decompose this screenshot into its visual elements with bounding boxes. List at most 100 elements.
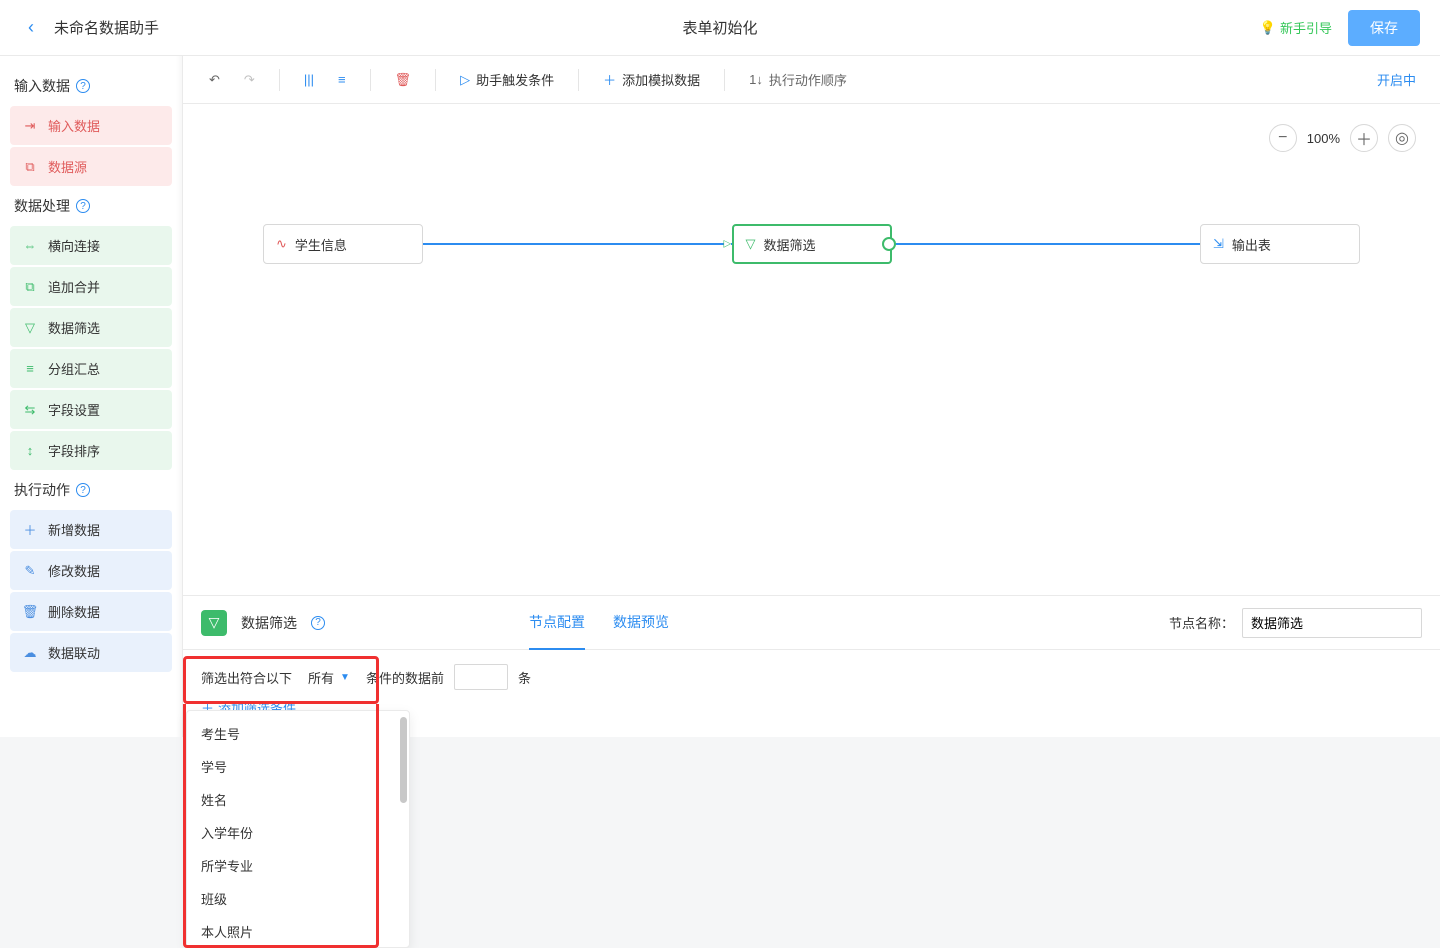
panel-title: 数据筛选 — [241, 613, 297, 633]
source-icon: ∿ — [276, 236, 287, 252]
dropdown-item[interactable]: 班级 — [187, 882, 409, 915]
scrollbar-thumb[interactable] — [400, 717, 407, 803]
group-icon: ≡ — [22, 361, 38, 376]
help-icon[interactable]: ? — [76, 199, 90, 213]
node-name-input[interactable] — [1242, 608, 1422, 638]
panel-filter-icon: ▽ — [201, 610, 227, 636]
hjoin-icon: ⇔ — [22, 238, 38, 253]
dropdown-item[interactable]: 所学专业 — [187, 849, 409, 882]
add-icon: ＋ — [22, 520, 38, 539]
plus-icon: ＋ — [603, 70, 616, 89]
zoom-controls: − 100% ＋ ◎ — [1269, 124, 1416, 152]
filter-suffix: 条 — [518, 668, 531, 687]
panel-body: 筛选出符合以下 所有 ▼ 条件的数据前 条 ＋ 添加筛选条件 考生号 — [183, 650, 1440, 737]
cloud-icon: ☁ — [22, 645, 38, 661]
layout-vertical-button[interactable]: ||| — [296, 66, 322, 93]
canvas-wrap: ↶ ↷ ||| ≡ 🗑 ▷助手触发条件 ＋添加模拟数据 1↓执行动作顺序 开启中… — [183, 56, 1440, 737]
status-label[interactable]: 开启中 — [1371, 70, 1422, 89]
section-action-title: 执行动作 ? — [10, 472, 172, 510]
assistant-title: 未命名数据助手 — [54, 17, 159, 38]
page-title: 表单初始化 — [682, 17, 757, 38]
separator — [279, 69, 280, 91]
zoom-out-button[interactable]: − — [1269, 124, 1297, 152]
layout-horizontal-button[interactable]: ≡ — [330, 66, 354, 93]
panel-right: 节点名称： — [1169, 608, 1422, 638]
output-icon: ⇲ — [1213, 236, 1224, 252]
trash-icon: 🗑 — [22, 604, 38, 620]
filter-mid: 条件的数据前 — [366, 668, 444, 687]
flow-canvas[interactable]: − 100% ＋ ◎ ∿学生信息 ▽数据筛选 ⇲输出表 — [183, 104, 1440, 595]
node-student-info[interactable]: ∿学生信息 — [263, 224, 423, 264]
panel-tabs: 节点配置 数据预览 — [529, 596, 669, 650]
help-icon[interactable]: ? — [76, 79, 90, 93]
input-icon: ⇥ — [22, 118, 38, 134]
chevron-down-icon: ▼ — [340, 672, 350, 683]
save-button[interactable]: 保存 — [1348, 10, 1420, 46]
filter-count-input[interactable] — [454, 664, 508, 690]
flow-edge — [892, 243, 1201, 245]
sidebar-item-hjoin[interactable]: ⇔横向连接 — [10, 226, 172, 265]
sidebar-item-filter[interactable]: ▽数据筛选 — [10, 308, 172, 347]
sidebar-item-sort[interactable]: ↕字段排序 — [10, 431, 172, 470]
section-input-title: 输入数据 ? — [10, 68, 172, 106]
play-icon: ▷ — [460, 72, 470, 88]
header-right: 💡 新手引导 保存 — [1260, 10, 1420, 46]
zoom-in-button[interactable]: ＋ — [1350, 124, 1378, 152]
zoom-fit-button[interactable]: ◎ — [1388, 124, 1416, 152]
flow-edge — [423, 243, 732, 245]
sidebar-item-group[interactable]: ≡分组汇总 — [10, 349, 172, 388]
sidebar-item-add[interactable]: ＋新增数据 — [10, 510, 172, 549]
canvas-toolbar: ↶ ↷ ||| ≡ 🗑 ▷助手触发条件 ＋添加模拟数据 1↓执行动作顺序 开启中 — [183, 56, 1440, 104]
source-icon: ⧉ — [22, 159, 38, 175]
edit-icon: ✎ — [22, 563, 38, 579]
filter-mode-select[interactable]: 所有 ▼ — [302, 666, 356, 689]
redo-button[interactable]: ↷ — [236, 66, 263, 94]
dropdown-item[interactable]: 入学年份 — [187, 816, 409, 849]
undo-button[interactable]: ↶ — [201, 66, 228, 94]
section-process-title: 数据处理 ? — [10, 188, 172, 226]
sidebar: 输入数据 ? ⇥输入数据 ⧉数据源 数据处理 ? ⇔横向连接 ⧉追加合并 ▽数据… — [0, 56, 183, 737]
back-button[interactable]: ‹ — [20, 13, 42, 42]
help-icon[interactable]: ? — [76, 483, 90, 497]
node-output-table[interactable]: ⇲输出表 — [1200, 224, 1360, 264]
node-name-label: 节点名称： — [1169, 613, 1234, 632]
sidebar-item-delete[interactable]: 🗑删除数据 — [10, 592, 172, 631]
delete-node-button[interactable]: 🗑 — [387, 66, 420, 94]
help-icon[interactable]: ? — [311, 616, 325, 630]
sidebar-item-data-source[interactable]: ⧉数据源 — [10, 147, 172, 186]
sidebar-item-fieldset[interactable]: ⇆字段设置 — [10, 390, 172, 429]
app-header: ‹ 未命名数据助手 表单初始化 💡 新手引导 保存 — [0, 0, 1440, 56]
main-layout: 输入数据 ? ⇥输入数据 ⧉数据源 数据处理 ? ⇔横向连接 ⧉追加合并 ▽数据… — [0, 56, 1440, 737]
separator — [724, 69, 725, 91]
sidebar-item-input-data[interactable]: ⇥输入数据 — [10, 106, 172, 145]
separator — [370, 69, 371, 91]
node-data-filter[interactable]: ▽数据筛选 — [732, 224, 892, 264]
dropdown-item[interactable]: 姓名 — [187, 783, 409, 816]
sort-icon: ↕ — [22, 443, 38, 458]
dropdown-item[interactable]: 本人照片 — [187, 915, 409, 948]
bulb-icon: 💡 — [1260, 20, 1276, 36]
dropdown-item[interactable]: 考生号 — [187, 717, 409, 750]
sidebar-item-append[interactable]: ⧉追加合并 — [10, 267, 172, 306]
sidebar-item-link[interactable]: ☁数据联动 — [10, 633, 172, 672]
order-icon: 1↓ — [749, 72, 763, 87]
field-dropdown: 考生号 学号 姓名 入学年份 所学专业 班级 本人照片 性别 民族 — [186, 710, 410, 948]
filter-row: 筛选出符合以下 所有 ▼ 条件的数据前 条 — [201, 664, 1422, 690]
trigger-button[interactable]: ▷助手触发条件 — [452, 64, 562, 95]
action-order-button[interactable]: 1↓执行动作顺序 — [741, 64, 855, 95]
tab-node-config[interactable]: 节点配置 — [529, 596, 585, 650]
tab-data-preview[interactable]: 数据预览 — [613, 596, 669, 650]
filter-icon: ▽ — [22, 320, 38, 336]
dropdown-item[interactable]: 学号 — [187, 750, 409, 783]
config-panel: ▽ 数据筛选 ? 节点配置 数据预览 节点名称： 筛选出符合以下 所有 ▼ — [183, 595, 1440, 737]
filter-prefix: 筛选出符合以下 — [201, 668, 292, 687]
separator — [578, 69, 579, 91]
panel-header: ▽ 数据筛选 ? 节点配置 数据预览 节点名称： — [183, 596, 1440, 650]
append-icon: ⧉ — [22, 279, 38, 295]
guide-link[interactable]: 💡 新手引导 — [1260, 18, 1332, 37]
zoom-percent: 100% — [1307, 131, 1340, 146]
sidebar-item-modify[interactable]: ✎修改数据 — [10, 551, 172, 590]
flow-nodes: ∿学生信息 ▽数据筛选 ⇲输出表 — [263, 224, 1360, 264]
add-mock-button[interactable]: ＋添加模拟数据 — [595, 64, 708, 95]
guide-label: 新手引导 — [1280, 18, 1332, 37]
